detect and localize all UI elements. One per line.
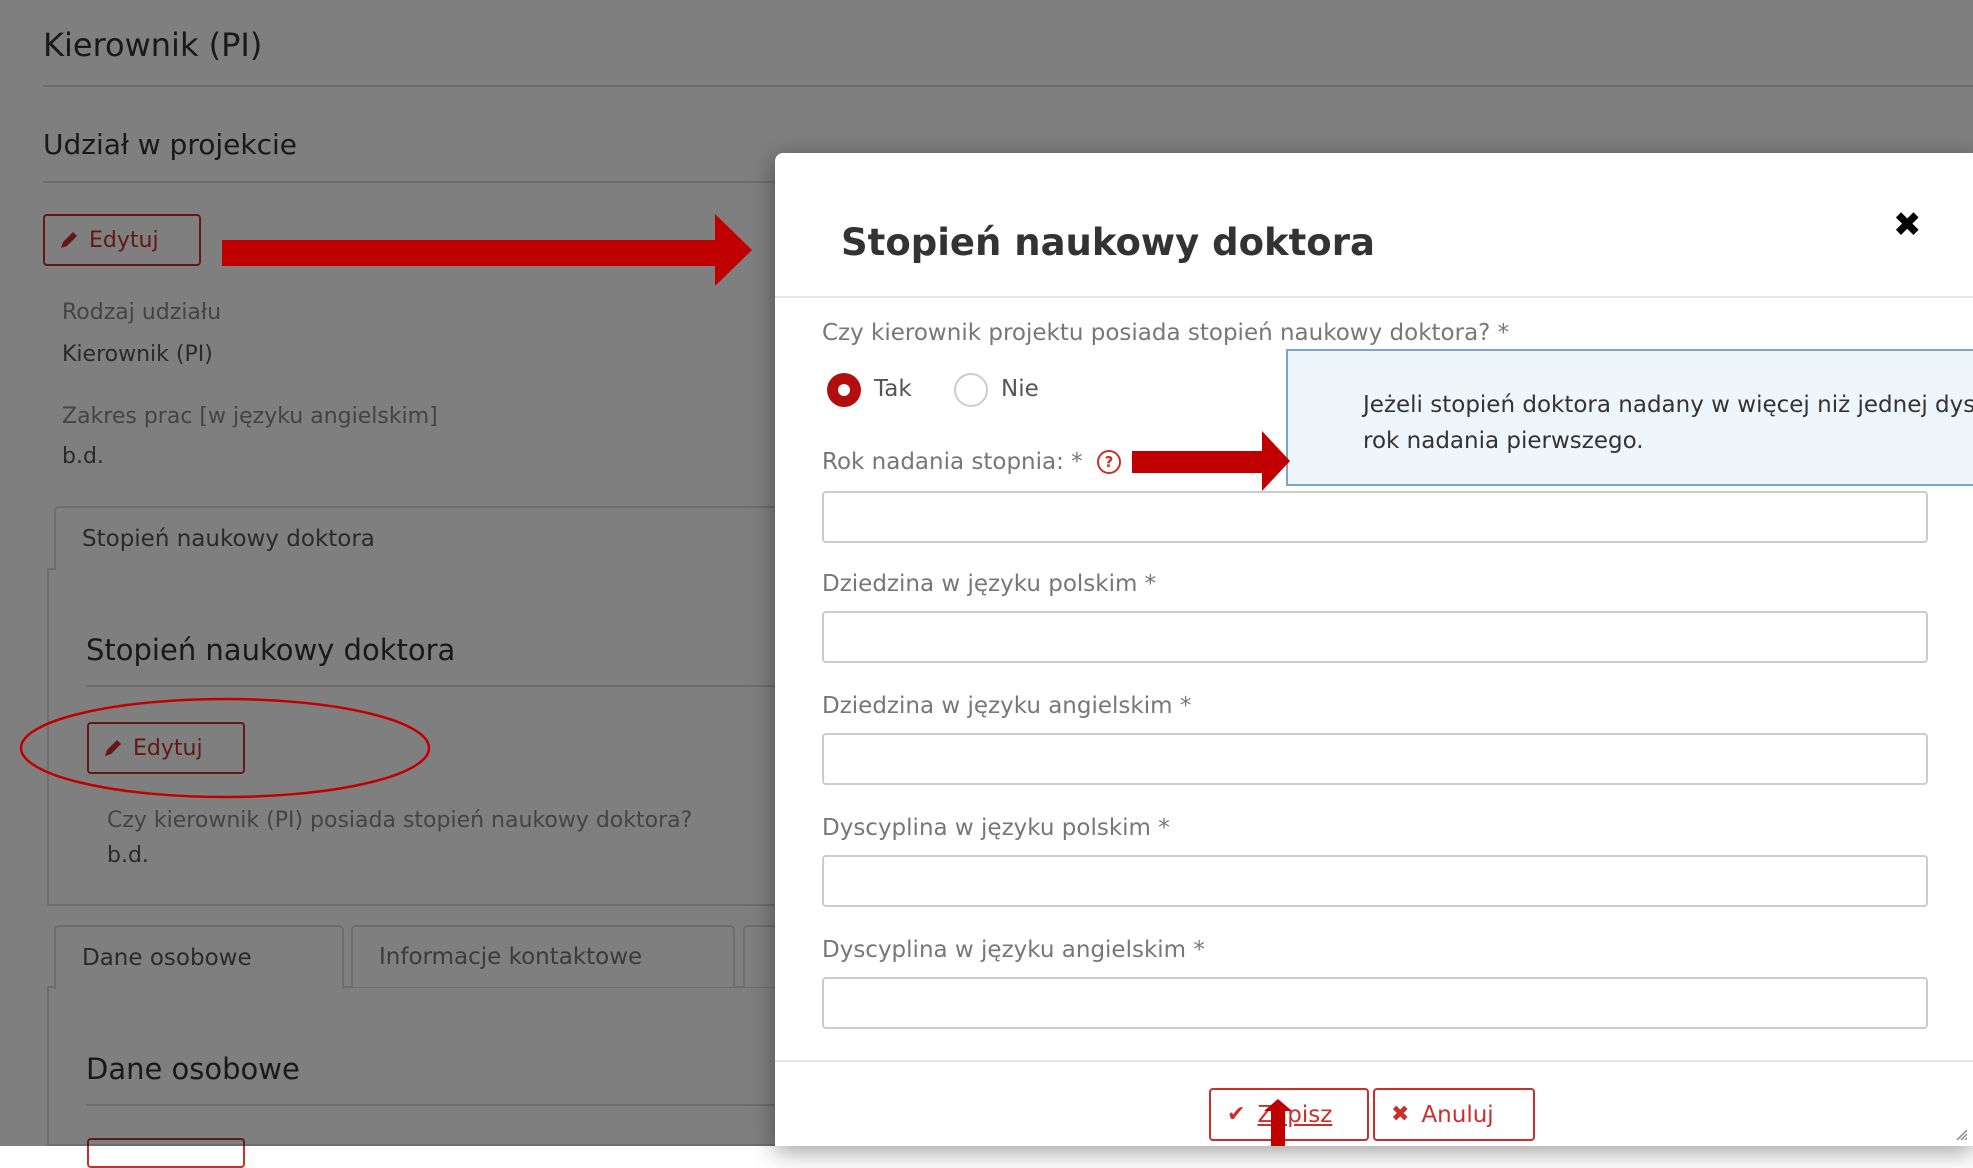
arrow-annotation — [1271, 1111, 1285, 1146]
arrow-annotation — [1132, 431, 1290, 491]
arrow-annotation — [1264, 1099, 1292, 1111]
arrow-annotation — [222, 214, 752, 286]
annotation-layer — [19, 214, 1292, 1146]
highlight-ellipse — [19, 697, 431, 799]
